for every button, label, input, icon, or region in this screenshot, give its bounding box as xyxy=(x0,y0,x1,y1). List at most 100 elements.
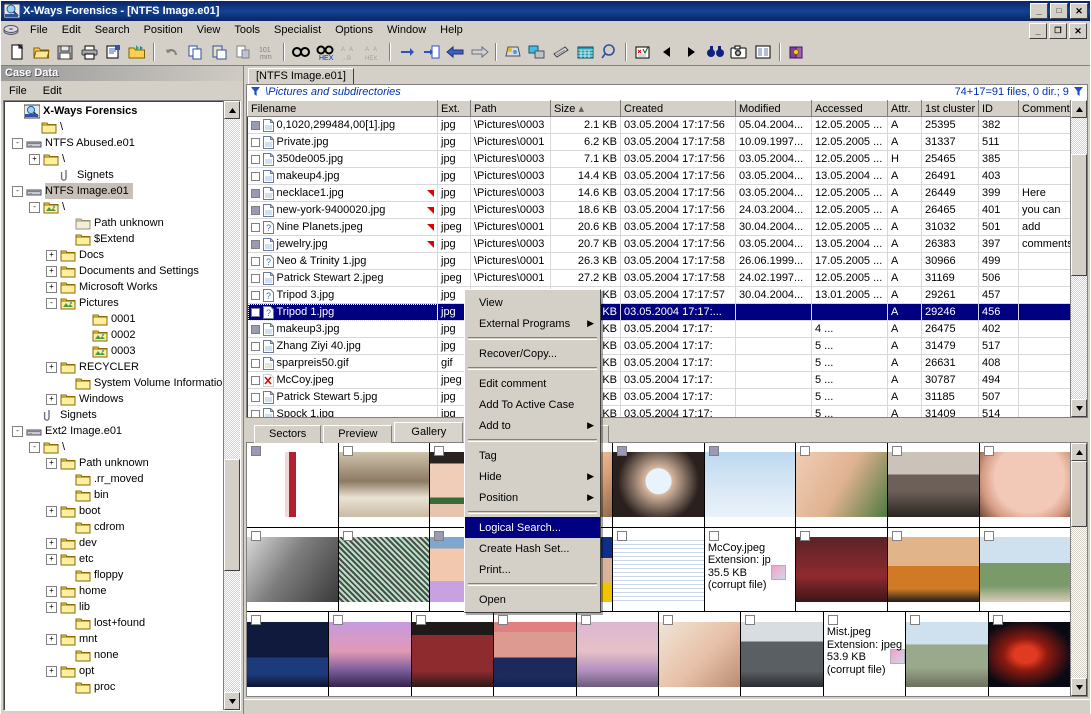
gallery-thumbnail[interactable] xyxy=(705,452,796,517)
tree-expand-toggle[interactable]: + xyxy=(46,538,57,549)
file-name-cell[interactable]: jewelry.jpg xyxy=(248,236,438,253)
gallery-checkbox[interactable] xyxy=(709,446,719,456)
tree-scroll-down-button[interactable] xyxy=(224,692,240,710)
row-checkbox[interactable] xyxy=(251,308,260,317)
file-name-cell[interactable]: sparpreis50.gif xyxy=(248,355,438,372)
gallery-checkbox[interactable] xyxy=(434,446,444,456)
context-menu-item[interactable]: Edit comment xyxy=(465,373,600,394)
file-scroll-trough-bottom[interactable] xyxy=(1071,276,1087,399)
gallery-scroll-up-button[interactable] xyxy=(1071,443,1087,461)
gallery-cell[interactable] xyxy=(888,443,980,527)
ram-edit-icon[interactable] xyxy=(525,41,549,63)
menu-help[interactable]: Help xyxy=(433,23,470,37)
calendar-icon[interactable] xyxy=(573,41,597,63)
file-name-cell[interactable]: Spock 1.jpg xyxy=(248,406,438,418)
gallery-thumbnail[interactable] xyxy=(339,537,430,602)
gallery-thumbnail[interactable] xyxy=(329,622,410,687)
gallery-checkbox[interactable] xyxy=(910,615,920,625)
tree-item[interactable]: +opt xyxy=(6,663,223,679)
file-column-header[interactable]: Modified xyxy=(736,101,812,117)
gallery-checkbox[interactable] xyxy=(984,446,994,456)
gallery-checkbox[interactable] xyxy=(745,615,755,625)
file-name-cell[interactable]: ?Tripod 1.jpg xyxy=(248,304,438,321)
row-checkbox[interactable] xyxy=(251,206,260,215)
gallery-checkbox[interactable] xyxy=(892,446,902,456)
context-menu[interactable]: ViewExternal Programs▶Recover/Copy...Edi… xyxy=(464,289,601,613)
magnifier-icon[interactable] xyxy=(597,41,621,63)
file-name-cell[interactable]: makeup3.jpg xyxy=(248,321,438,338)
gallery-thumbnail[interactable] xyxy=(339,452,430,517)
row-checkbox[interactable] xyxy=(251,376,260,385)
tree-item[interactable]: -NTFS Image.e01 xyxy=(6,183,223,199)
row-checkbox[interactable] xyxy=(251,410,260,418)
gallery-checkbox[interactable] xyxy=(343,446,353,456)
file-name-cell[interactable]: necklace1.jpg xyxy=(248,185,438,202)
tree-item[interactable]: +Docs xyxy=(6,247,223,263)
tree-item[interactable]: +Documents and Settings xyxy=(6,263,223,279)
file-name-cell[interactable]: ?Tripod 3.jpg xyxy=(248,287,438,304)
row-checkbox[interactable] xyxy=(251,172,260,181)
file-column-header[interactable]: Comment xyxy=(1019,101,1071,117)
gallery-cell[interactable] xyxy=(705,443,797,527)
row-checkbox[interactable] xyxy=(251,138,260,147)
context-menu-item[interactable]: Position▶ xyxy=(465,487,600,508)
gallery-checkbox[interactable] xyxy=(498,615,508,625)
decimal-icon[interactable]: 101mm xyxy=(255,41,279,63)
mdi-restore-button[interactable]: ❐ xyxy=(1049,23,1067,39)
gallery-checkbox[interactable] xyxy=(617,531,627,541)
tree-item[interactable]: Signets xyxy=(6,407,223,423)
tree-item[interactable]: -NTFS Abused.e01 xyxy=(6,135,223,151)
mdi-minimize-button[interactable]: _ xyxy=(1029,23,1047,39)
print-icon[interactable] xyxy=(77,41,101,63)
gallery-cell[interactable] xyxy=(339,443,431,527)
copy-block-icon[interactable] xyxy=(231,41,255,63)
gallery-cell[interactable] xyxy=(659,612,741,696)
gallery-thumbnail[interactable] xyxy=(247,622,328,687)
gallery-checkbox[interactable] xyxy=(251,531,261,541)
tree-item[interactable]: +Path unknown xyxy=(6,455,223,471)
case-tree[interactable]: X-Ways Forensics\-NTFS Abused.e01+\Signe… xyxy=(4,101,223,710)
menu-edit[interactable]: Edit xyxy=(55,23,88,37)
table-row[interactable]: ?Tripod 3.jpgjpg\Pictures\000229.2 KB03.… xyxy=(248,287,1071,304)
find-icon[interactable] xyxy=(289,41,313,63)
context-menu-item[interactable]: View xyxy=(465,292,600,313)
tree-item[interactable]: +boot xyxy=(6,503,223,519)
gallery-thumbnail[interactable] xyxy=(741,622,822,687)
gallery-checkbox[interactable] xyxy=(663,615,673,625)
tree-scroll-trough-top[interactable] xyxy=(224,119,240,459)
file-name-cell[interactable]: makeup4.jpg xyxy=(248,168,438,185)
maximize-button[interactable]: □ xyxy=(1050,3,1068,19)
gallery-grid[interactable]: McCoy.jpegExtension: jp35.5 KB(corrupt f… xyxy=(247,443,1070,696)
gallery-thumbnail[interactable] xyxy=(888,452,979,517)
file-column-header[interactable]: Filename xyxy=(248,101,438,117)
tree-collapse-toggle[interactable]: - xyxy=(46,298,57,309)
minimize-button[interactable]: _ xyxy=(1030,3,1048,19)
gallery-cell[interactable]: Mist.jpegExtension: jpeg53.9 KB(corrupt … xyxy=(824,612,906,696)
menu-view[interactable]: View xyxy=(190,23,228,37)
tree-item[interactable]: Path unknown xyxy=(6,215,223,231)
tree-item[interactable]: .rr_moved xyxy=(6,471,223,487)
tree-expand-toggle[interactable]: + xyxy=(46,554,57,565)
row-checkbox[interactable] xyxy=(251,257,260,266)
menu-tools[interactable]: Tools xyxy=(227,23,267,37)
gallery-checkbox[interactable] xyxy=(416,615,426,625)
gallery-scroll-down-button[interactable] xyxy=(1071,678,1087,696)
tab-sectors[interactable]: Sectors xyxy=(254,425,321,443)
tree-expand-toggle[interactable]: + xyxy=(46,458,57,469)
tree-item[interactable]: proc xyxy=(6,679,223,695)
gallery-thumbnail[interactable] xyxy=(980,452,1071,517)
tree-item[interactable]: +dev xyxy=(6,535,223,551)
tree-item[interactable]: -Pictures xyxy=(6,295,223,311)
table-row[interactable]: ?Neo & Trinity 1.jpgjpg\Pictures\000126.… xyxy=(248,253,1071,270)
tree-item[interactable]: +home xyxy=(6,583,223,599)
tree-item[interactable]: $Extend xyxy=(6,231,223,247)
tree-item[interactable]: +etc xyxy=(6,551,223,567)
gallery-thumbnail[interactable] xyxy=(613,537,704,602)
table-row[interactable]: sparpreis50.gifgif\Pictures\000334.2 KB0… xyxy=(248,355,1071,372)
gallery-scroll-thumb[interactable] xyxy=(1071,461,1087,527)
file-name-cell[interactable]: Patrick Stewart 5.jpg xyxy=(248,389,438,406)
file-name-cell[interactable]: 0,1020,299484,00[1].jpg xyxy=(248,117,438,134)
goto-icon[interactable] xyxy=(395,41,419,63)
undo-icon[interactable] xyxy=(159,41,183,63)
tree-item[interactable]: lost+found xyxy=(6,615,223,631)
